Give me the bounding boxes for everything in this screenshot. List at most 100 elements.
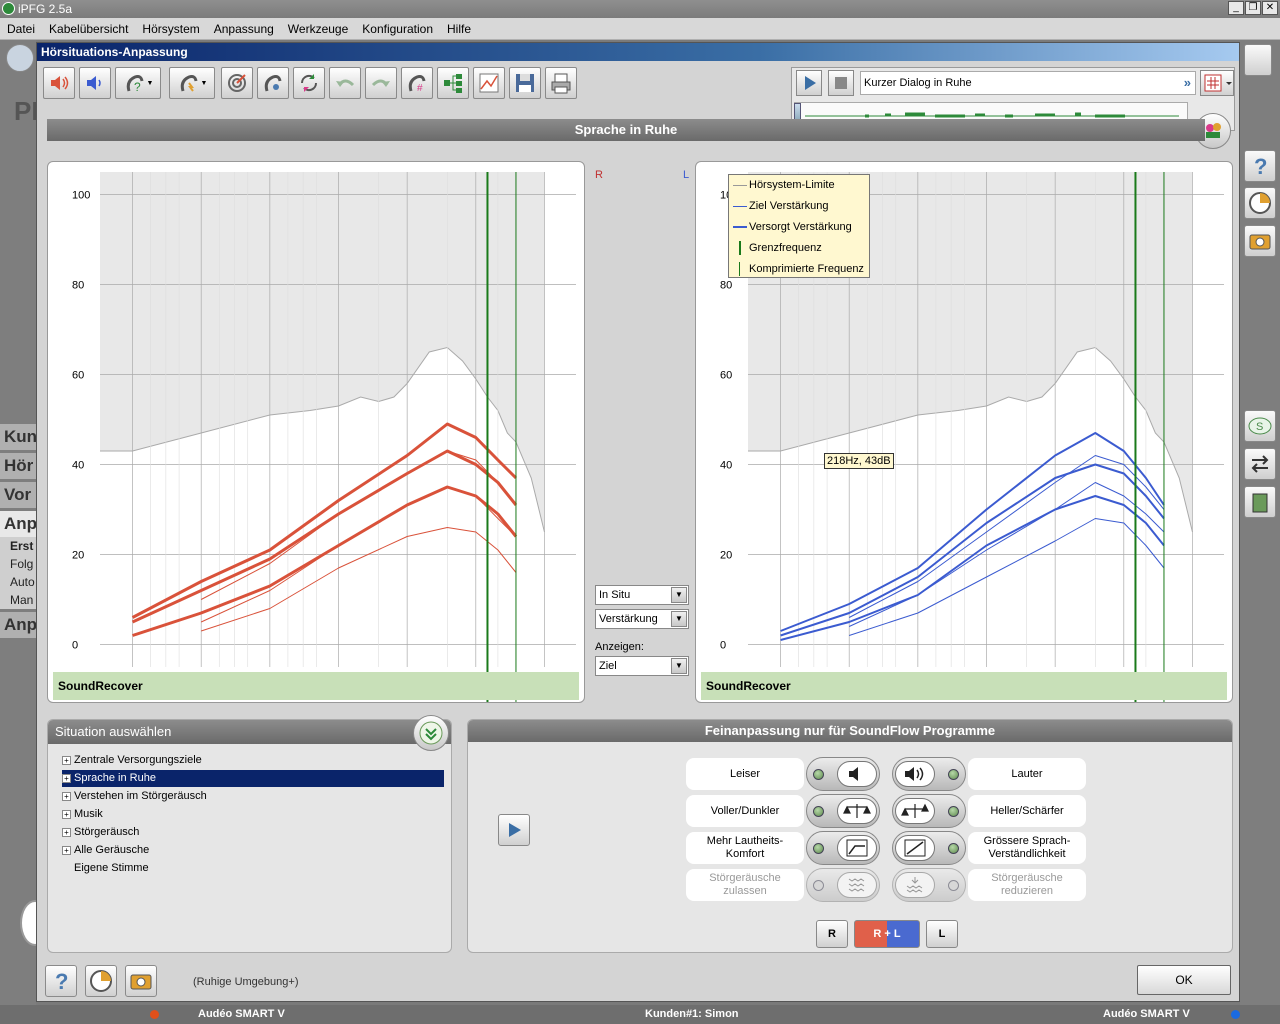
chevron-down-icon[interactable]: ▼	[671, 587, 687, 603]
hearing-aid-feedback-icon[interactable]: ▼	[169, 67, 215, 99]
brighter-label[interactable]: Heller/Schärfer	[968, 795, 1086, 827]
both-ears-left: L	[893, 928, 901, 940]
louder-label[interactable]: Lauter	[968, 758, 1086, 790]
background-subitem[interactable]: Man	[0, 591, 36, 609]
collapse-panel-button[interactable]	[413, 715, 449, 751]
quieter-button[interactable]	[806, 757, 880, 791]
restore-button[interactable]: ❐	[1245, 1, 1261, 15]
clarity-button[interactable]	[892, 831, 966, 865]
right-ear-button[interactable]: R	[816, 920, 848, 948]
noise-wave-icon	[837, 872, 877, 898]
fuller-button[interactable]	[806, 794, 880, 828]
background-home-icon[interactable]	[6, 44, 34, 72]
chevron-down-icon[interactable]: »	[1184, 72, 1191, 94]
ok-button[interactable]: OK	[1137, 965, 1231, 995]
customer-label: Kunden#1: Simon	[645, 1008, 739, 1020]
background-toolbar-icon[interactable]	[1244, 44, 1272, 76]
help-icon[interactable]: ?	[1244, 150, 1276, 182]
led-icon	[813, 843, 824, 854]
background-tab[interactable]: Anp	[0, 511, 36, 537]
clock-icon[interactable]	[1244, 187, 1276, 219]
chevron-down-icon[interactable]: ▼	[671, 611, 687, 627]
comfort-button[interactable]	[806, 831, 880, 865]
camera-icon[interactable]	[1244, 225, 1276, 257]
graph-icon[interactable]	[473, 67, 505, 99]
comfort-label[interactable]: Mehr Lautheits- Komfort	[686, 832, 804, 864]
curve-type-dropdown[interactable]: Verstärkung ▼	[595, 609, 689, 629]
menu-anpassung[interactable]: Anpassung	[207, 18, 281, 40]
reset-cycle-icon[interactable]	[293, 67, 325, 99]
tree-item[interactable]: + Störgeräusch	[62, 824, 139, 841]
balance-icon	[895, 798, 935, 824]
led-icon	[948, 806, 959, 817]
menu-kabeluebersicht[interactable]: Kabelübersicht	[42, 18, 135, 40]
background-subitem[interactable]: Erst	[0, 537, 36, 555]
chevron-down-icon[interactable]: ▼	[671, 658, 687, 674]
speaker-soft-icon[interactable]	[79, 67, 111, 99]
quieter-label[interactable]: Leiser	[686, 758, 804, 790]
tree-item[interactable]: + Verstehen im Störgeräusch	[62, 788, 207, 805]
clarity-label[interactable]: Grössere Sprach- Verständlichkeit	[968, 832, 1086, 864]
save-icon[interactable]	[509, 67, 541, 99]
brighter-button[interactable]	[892, 794, 966, 828]
background-subitem[interactable]: Auto	[0, 573, 36, 591]
play-button[interactable]	[796, 70, 822, 96]
left-device-status-icon	[1231, 1010, 1240, 1019]
tree-item[interactable]: Eigene Stimme	[62, 860, 149, 877]
both-ears-button[interactable]: R + L	[854, 920, 920, 948]
app-title: iPFG 2.5a	[18, 2, 73, 16]
expand-icon[interactable]: +	[62, 756, 71, 765]
hearing-aid-tool-icon[interactable]	[257, 67, 289, 99]
left-ear-button[interactable]: L	[926, 920, 958, 948]
fuller-text: Voller/Dunkler	[710, 804, 780, 817]
hearing-aid-help-icon[interactable]: ? ▼	[115, 67, 161, 99]
camera-icon[interactable]	[125, 965, 157, 997]
svg-text:?: ?	[134, 80, 141, 94]
tree-item-selected[interactable]: + Sprache in Ruhe	[62, 770, 444, 787]
print-icon[interactable]	[545, 67, 577, 99]
insitu-dropdown[interactable]: In Situ ▼	[595, 585, 689, 605]
show-dropdown[interactable]: Ziel ▼	[595, 656, 689, 676]
expand-icon[interactable]: +	[62, 810, 71, 819]
help-icon[interactable]: ?	[45, 965, 77, 997]
value-tooltip: 218Hz, 43dB	[824, 453, 894, 469]
minimize-button[interactable]: _	[1228, 1, 1244, 15]
expand-icon[interactable]: +	[62, 774, 71, 783]
tree-item[interactable]: + Musik	[62, 806, 103, 823]
legend-target-swatch	[733, 206, 747, 207]
tree-item[interactable]: + Alle Geräusche	[62, 842, 149, 859]
fuller-label[interactable]: Voller/Dunkler	[686, 795, 804, 827]
background-tab[interactable]: Hör	[0, 453, 36, 479]
tree-structure-icon[interactable]	[437, 67, 469, 99]
expand-icon[interactable]: +	[62, 846, 71, 855]
redo-icon[interactable]	[365, 67, 397, 99]
allow-noise-label: Störgeräusche zulassen	[686, 869, 804, 901]
background-subitem[interactable]: Folg	[0, 555, 36, 573]
expand-icon[interactable]: +	[62, 828, 71, 837]
speaker-loud-icon[interactable]	[43, 67, 75, 99]
stop-button[interactable]	[828, 70, 854, 96]
louder-button[interactable]	[892, 757, 966, 791]
y-tick-label: 20	[720, 550, 732, 562]
expand-icon[interactable]: +	[62, 792, 71, 801]
background-tab[interactable]: Vor	[0, 482, 36, 508]
undo-icon[interactable]	[329, 67, 361, 99]
target-icon[interactable]	[221, 67, 253, 99]
soundflow-icon[interactable]: S	[1244, 410, 1276, 442]
menu-konfiguration[interactable]: Konfiguration	[355, 18, 440, 40]
battery-icon[interactable]	[1244, 486, 1276, 518]
close-button[interactable]: ✕	[1262, 1, 1278, 15]
background-tab[interactable]: Anp	[0, 612, 36, 638]
menu-hoersystem[interactable]: Hörsystem	[135, 18, 206, 40]
hearing-aid-grid-icon[interactable]: #	[401, 67, 433, 99]
menu-hilfe[interactable]: Hilfe	[440, 18, 478, 40]
situation-selector[interactable]: Kurzer Dialog in Ruhe »	[860, 71, 1196, 95]
menu-werkzeuge[interactable]: Werkzeuge	[281, 18, 355, 40]
environment-menu-button[interactable]	[1200, 70, 1234, 96]
tree-item[interactable]: + Zentrale Versorgungsziele	[62, 752, 202, 769]
menu-datei[interactable]: Datei	[0, 18, 42, 40]
play-demo-button[interactable]	[498, 814, 530, 846]
background-tab[interactable]: Kun	[0, 424, 36, 450]
swap-icon[interactable]	[1244, 448, 1276, 480]
clock-icon[interactable]	[85, 965, 117, 997]
